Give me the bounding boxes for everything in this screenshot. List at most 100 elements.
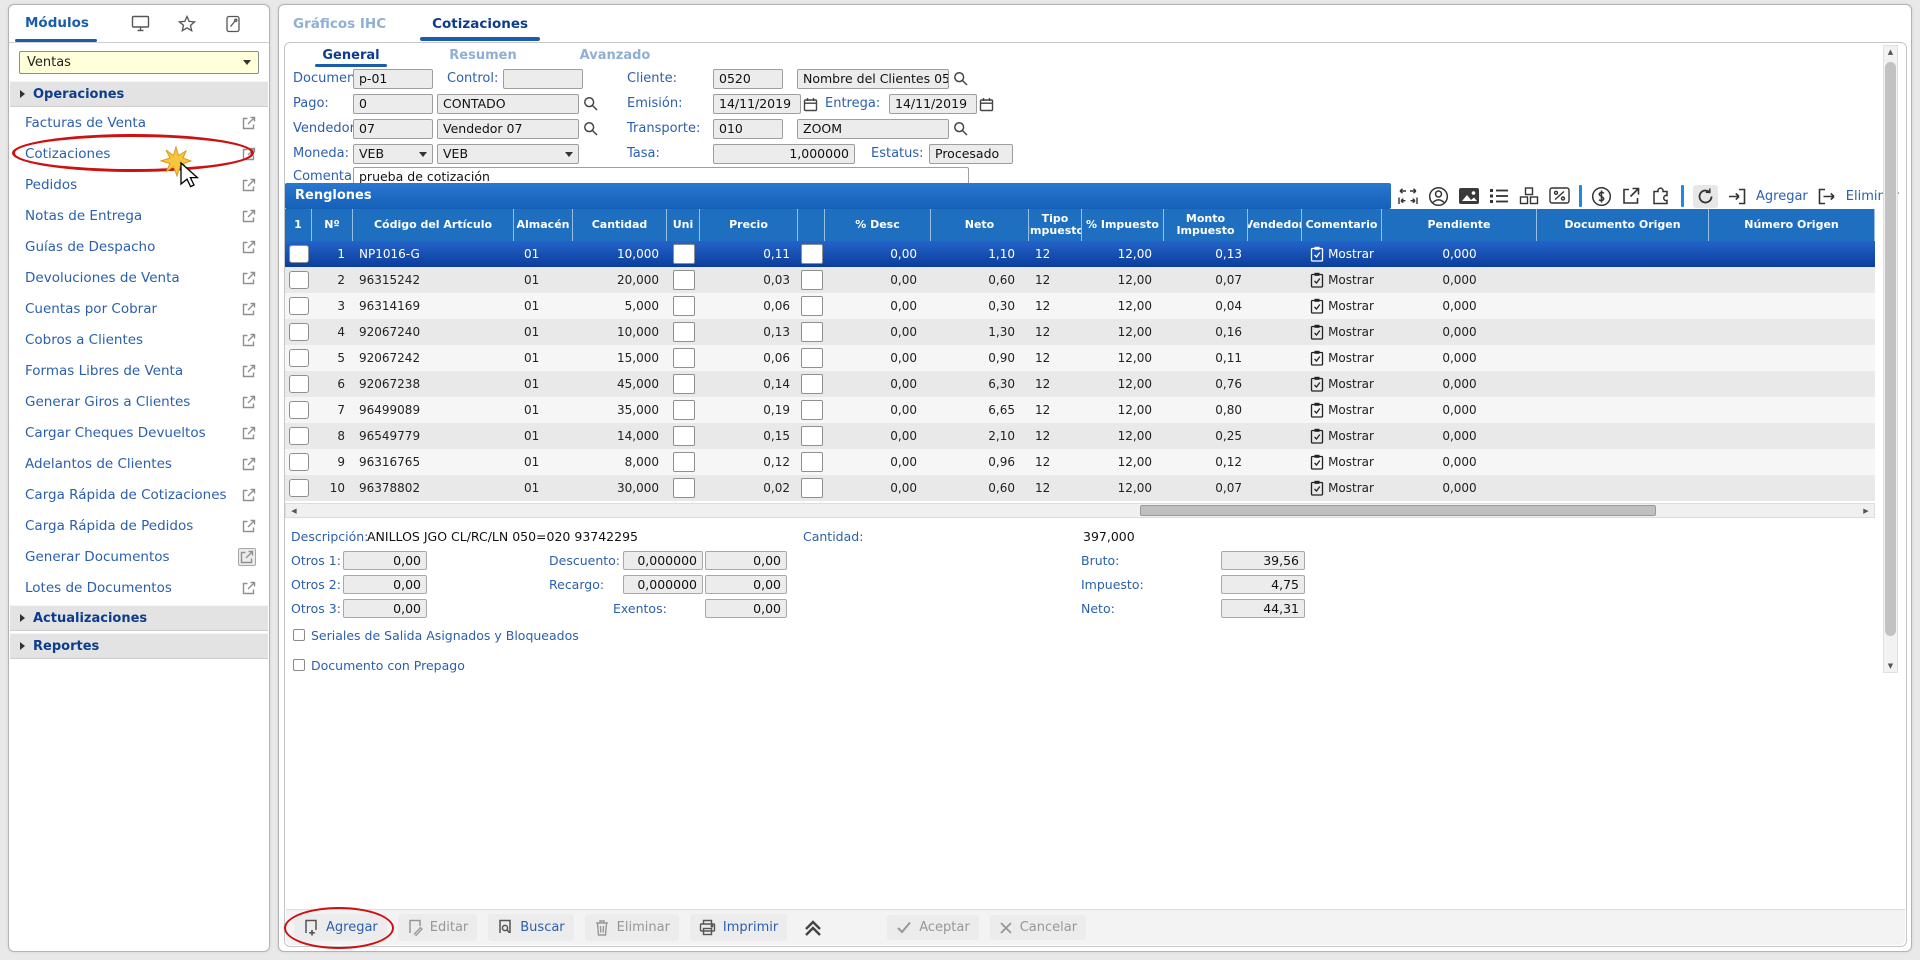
mostrar-comment-button[interactable]: Mostrar [1310,402,1374,418]
table-row[interactable]: 5920672420115,0000,060,000,901212,000,11… [285,345,1875,371]
vertical-scrollbar-thumb[interactable] [1885,62,1896,636]
table-row[interactable]: 396314169015,0000,060,000,301212,000,04M… [285,293,1875,319]
column-resize-icon[interactable] [1397,186,1419,206]
row-select-checkbox[interactable] [289,245,309,263]
grid-header-comentario[interactable]: Comentario [1302,209,1382,241]
monitor-icon[interactable] [131,15,150,32]
transporte-name-field[interactable]: ZOOM [797,119,949,139]
image-icon[interactable] [1458,187,1480,205]
sidebar-item-carga-rapida-de-pedidos[interactable]: Carga Rápida de Pedidos [10,510,268,541]
section-operaciones[interactable]: Operaciones [10,81,268,107]
export-icon[interactable] [1621,186,1641,206]
grid-header-tipo_impuesto[interactable]: Tipo Impuesto [1029,209,1082,241]
imprimir-button[interactable]: Imprimir [690,914,787,941]
uni-checkbox[interactable] [673,322,695,342]
sidebar-item-formas-libres-de-venta[interactable]: Formas Libres de Venta [10,355,268,386]
user-icon[interactable] [1428,186,1449,207]
vendedor-name-field[interactable]: Vendedor 07 [437,119,579,139]
collapse-toolbar-icon[interactable] [802,919,824,937]
flag-checkbox[interactable] [801,426,823,446]
control-field[interactable] [503,69,583,89]
cubes-icon[interactable] [1518,186,1540,206]
puzzle-icon[interactable] [1650,186,1672,206]
grid-header-pct_impuesto[interactable]: % Impuesto [1082,209,1164,241]
sidebar-item-cotizaciones[interactable]: Cotizaciones [10,138,268,169]
sidebar-item-facturas-de-venta[interactable]: Facturas de Venta [10,107,268,138]
flag-checkbox[interactable] [801,478,823,498]
cancelar-button[interactable]: Cancelar [990,915,1086,940]
mostrar-comment-button[interactable]: Mostrar [1310,272,1374,288]
search-icon[interactable] [953,70,971,88]
table-row[interactable]: 4920672400110,0000,130,001,301212,000,16… [285,319,1875,345]
transporte-code-field[interactable]: 010 [713,119,783,139]
uni-checkbox[interactable] [673,270,695,290]
calendar-icon[interactable] [803,95,821,113]
editar-button[interactable]: Editar [398,914,478,941]
grid-header-neto[interactable]: Neto [931,209,1029,241]
table-row[interactable]: 6920672380145,0000,140,006,301212,000,76… [285,371,1875,397]
grid-header-num_origen[interactable]: Número Origen [1709,209,1875,241]
scroll-left-icon[interactable]: ◀ [286,507,302,515]
otros3-field[interactable]: 0,00 [343,599,427,618]
uni-checkbox[interactable] [673,348,695,368]
flag-checkbox[interactable] [801,270,823,290]
mostrar-comment-button[interactable]: Mostrar [1310,324,1374,340]
flag-checkbox[interactable] [801,348,823,368]
star-icon[interactable] [178,15,196,33]
buscar-button[interactable]: Buscar [488,914,573,941]
grid-header-pendiente[interactable]: Pendiente [1382,209,1537,241]
section-actualizaciones[interactable]: Actualizaciones [10,605,268,631]
subtab-resumen[interactable]: Resumen [417,43,549,67]
uni-checkbox[interactable] [673,426,695,446]
subtab-general[interactable]: General [285,43,417,67]
table-row[interactable]: 8965497790114,0000,150,002,101212,000,25… [285,423,1875,449]
percent-icon[interactable] [1549,187,1570,205]
grid-header-almacen[interactable]: Almacén [514,209,573,241]
tab-cotizaciones[interactable]: Cotizaciones [430,8,530,41]
scroll-right-icon[interactable]: ▶ [1858,507,1874,515]
pago-name-field[interactable]: CONTADO [437,94,579,114]
row-add-icon[interactable] [1727,187,1747,206]
horizontal-scrollbar[interactable]: ◀ ▶ [285,503,1875,518]
flag-checkbox[interactable] [801,374,823,394]
grid-header-num[interactable]: Nº [312,209,353,241]
uni-checkbox[interactable] [673,244,695,264]
documento-field[interactable]: p-01 [353,69,433,89]
grid-header-codigo[interactable]: Código del Artículo [353,209,514,241]
uni-checkbox[interactable] [673,296,695,316]
grid-header-box2[interactable] [798,209,825,241]
agregar-button[interactable]: Agregar [294,914,387,941]
flag-checkbox[interactable] [801,244,823,264]
row-select-checkbox[interactable] [289,297,309,315]
mostrar-comment-button[interactable]: Mostrar [1310,350,1374,366]
eliminar-button[interactable]: Eliminar [585,914,679,941]
table-row[interactable]: 10963788020130,0000,020,000,601212,000,0… [285,475,1875,501]
sidebar-item-adelantos-de-clientes[interactable]: Adelantos de Clientes [10,448,268,479]
row-select-checkbox[interactable] [289,349,309,367]
uni-checkbox[interactable] [673,374,695,394]
grid-header-vendedor[interactable]: Vendedor [1248,209,1302,241]
tab-graficos-ihc[interactable]: Gráficos IHC [291,8,388,41]
aceptar-button[interactable]: Aceptar [887,915,978,940]
row-select-checkbox[interactable] [289,271,309,289]
vendedor-code-field[interactable]: 07 [353,119,433,139]
tab-modulos[interactable]: Módulos [9,5,103,42]
flag-checkbox[interactable] [801,296,823,316]
grid-header-cantidad[interactable]: Cantidad [573,209,667,241]
grid-header-precio[interactable]: Precio [700,209,798,241]
otros2-field[interactable]: 0,00 [343,575,427,594]
table-row[interactable]: 996316765018,0000,120,000,961212,000,12M… [285,449,1875,475]
subtab-avanzado[interactable]: Avanzado [549,43,681,67]
uni-checkbox[interactable] [673,478,695,498]
search-icon[interactable] [953,120,971,138]
sidebar-item-generar-giros-a-clientes[interactable]: Generar Giros a Clientes [10,386,268,417]
table-row[interactable]: 1NP1016-G0110,0000,110,001,101212,000,13… [285,241,1875,267]
emision-field[interactable]: 14/11/2019 [713,94,801,114]
row-select-checkbox[interactable] [289,453,309,471]
search-icon[interactable] [583,95,601,113]
prepago-checkbox[interactable] [293,659,305,671]
flag-checkbox[interactable] [801,400,823,420]
list-icon[interactable] [1489,187,1509,205]
sidebar-item-generar-documentos[interactable]: Generar Documentos [10,541,268,572]
mostrar-comment-button[interactable]: Mostrar [1310,480,1374,496]
